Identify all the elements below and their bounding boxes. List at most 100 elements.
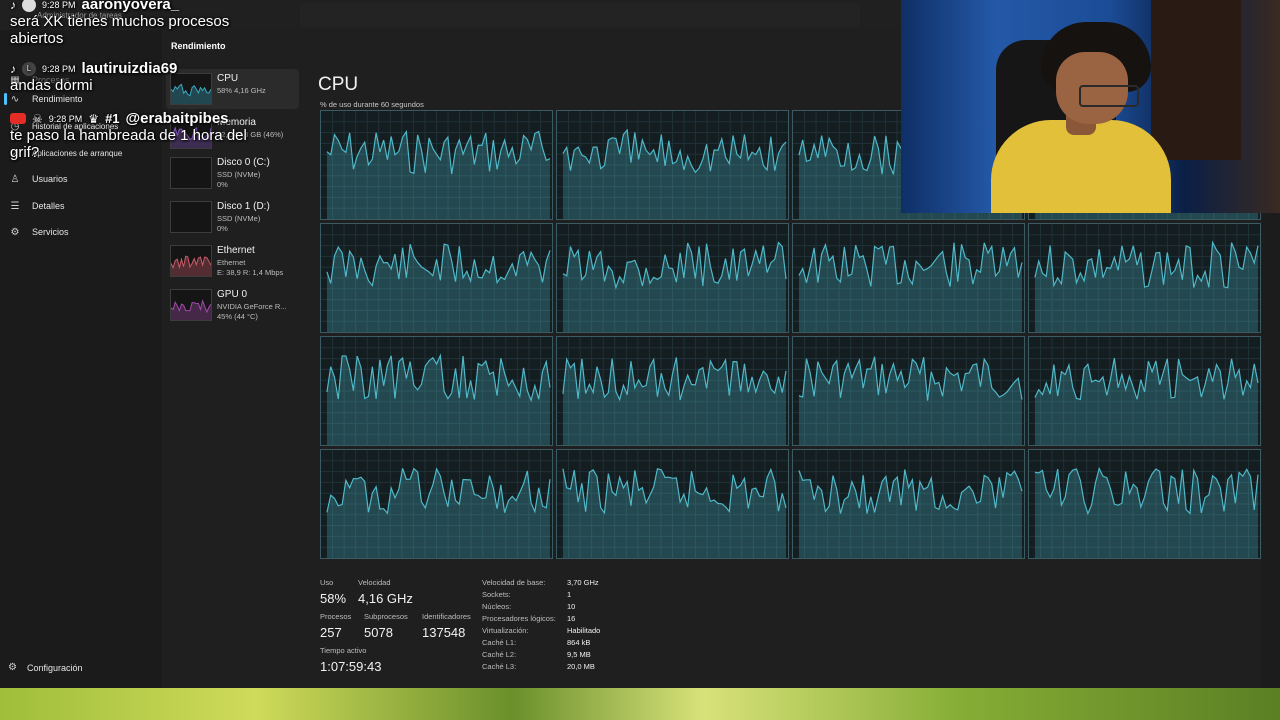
avatar xyxy=(22,0,36,12)
core-graph xyxy=(792,336,1025,446)
info-key: Procesadores lógicos: xyxy=(482,614,556,623)
webcam-furniture xyxy=(1151,0,1241,160)
perf-name: Ethernet xyxy=(217,245,255,256)
perf-item-cpu[interactable]: CPU 58% 4,16 GHz xyxy=(166,69,299,109)
pulse-icon: ∿ xyxy=(10,93,20,105)
info-key: Núcleos: xyxy=(482,602,512,611)
users-icon: ♙ xyxy=(10,173,20,185)
stat-label: Procesos xyxy=(320,612,352,621)
core-graph xyxy=(556,110,789,220)
core-graph xyxy=(1028,223,1261,333)
info-row: Caché L1: 864 kB xyxy=(482,638,600,650)
chat-username: aaronyovera_ xyxy=(81,0,180,13)
info-value: 1 xyxy=(567,590,572,599)
info-value: 20,0 MB xyxy=(567,662,595,671)
webcam-glasses xyxy=(1079,85,1139,107)
core-graph xyxy=(320,110,553,220)
perf-item-disco-d[interactable]: Disco 1 (D:) SSD (NVMe) 0% xyxy=(166,197,299,237)
chat-username: @erabaitpibes xyxy=(125,110,229,127)
info-row: Núcleos: 10 xyxy=(482,602,600,614)
core-graph xyxy=(556,336,789,446)
info-row: Procesadores lógicos: 16 xyxy=(482,614,600,626)
chat-text: te paso la hambreada de 1 hora del grif? xyxy=(10,127,247,161)
info-value: 3,70 GHz xyxy=(567,578,599,587)
avatar: L xyxy=(22,61,36,76)
settings-label: Configuración xyxy=(26,662,83,673)
info-key: Velocidad de base: xyxy=(482,578,546,587)
info-row: Virtualización: Habilitado xyxy=(482,626,600,638)
perf-thumbnail xyxy=(170,245,212,277)
perf-name: CPU xyxy=(217,73,239,84)
stat-value: 257 xyxy=(320,625,342,640)
crown-icon: ♛ xyxy=(88,111,100,126)
info-row: Caché L2: 9,5 MB xyxy=(482,650,600,662)
info-value: Habilitado xyxy=(567,626,601,635)
perf-thumbnail xyxy=(170,201,212,233)
perf-detail: 58% 4,16 GHz xyxy=(217,86,266,95)
core-graph xyxy=(556,223,789,333)
chat-message-2: ♪ L 9:28 PM lautiruizdia69 andas dormi xyxy=(10,60,177,94)
nav-item-detalles[interactable]: ☰ Detalles xyxy=(8,195,158,217)
core-graph xyxy=(320,223,553,333)
info-value: 16 xyxy=(567,614,576,623)
perf-detail: Ethernet xyxy=(217,258,246,267)
info-row: Sockets: 1 xyxy=(482,590,600,602)
webcam-overlay xyxy=(901,0,1280,213)
gear-icon: ⚙ xyxy=(10,226,20,238)
info-key: Virtualización: xyxy=(482,626,529,635)
stat-value: 1:07:59:43 xyxy=(320,659,382,674)
info-key: Caché L3: xyxy=(482,662,517,671)
nav-label: Rendimiento xyxy=(32,94,83,104)
nav-label: Usuarios xyxy=(32,174,68,184)
chat-text: andas dormi xyxy=(10,77,93,94)
stat-value: 5078 xyxy=(364,625,393,640)
stat-label: Tiempo activo xyxy=(320,646,367,655)
info-value: 864 kB xyxy=(567,638,591,647)
perf-detail: 0% xyxy=(217,224,228,233)
nav-item-usuarios[interactable]: ♙ Usuarios xyxy=(8,168,158,190)
stat-value: 137548 xyxy=(422,625,466,640)
info-value: 9,5 MB xyxy=(567,650,591,659)
stat-label: Subprocesos xyxy=(364,612,408,621)
chat-badge: #1 xyxy=(105,111,120,126)
chat-time: 9:28 PM xyxy=(42,0,76,10)
stat-procesos: Procesos 257 xyxy=(320,612,351,640)
stat-subprocesos: Subprocesos 5078 xyxy=(364,612,408,640)
nav-label: Detalles xyxy=(32,201,65,211)
core-graph xyxy=(556,449,789,559)
stat-value: 58% xyxy=(320,591,347,606)
desktop-wallpaper xyxy=(0,688,1280,720)
stat-label: Uso xyxy=(320,578,334,587)
perf-thumbnail xyxy=(170,289,212,321)
cpu-info-table: Velocidad de base: 3,70 GHz Sockets: 1 Núcle… xyxy=(482,578,600,674)
tiktok-icon: ♪ xyxy=(10,0,16,12)
chat-text: será XK tienes muchos procesos abiertos xyxy=(10,13,230,47)
perf-item-gpu[interactable]: GPU 0 NVIDIA GeForce R... 45% (44 °C) xyxy=(166,285,299,325)
nav-item-servicios[interactable]: ⚙ Servicios xyxy=(8,221,158,243)
perf-thumbnail xyxy=(170,157,212,189)
perf-name: Disco 1 (D:) xyxy=(217,201,270,212)
chat-time: 9:28 PM xyxy=(48,113,83,124)
stat-velocidad: Velocidad 4,16 GHz xyxy=(358,578,413,606)
nav-label: Servicios xyxy=(32,227,69,237)
chat-message-1: ♪ 9:28 PM aaronyovera_ será XK tienes mu… xyxy=(10,0,250,47)
info-key: Caché L1: xyxy=(482,638,517,647)
chat-message-3: ☠ 9:28 PM ♛ #1 @erabaitpibes te paso la … xyxy=(10,110,260,161)
stat-label: Velocidad xyxy=(358,578,391,587)
stat-label: Identificadores xyxy=(422,612,471,621)
settings-button[interactable]: ⚙ Configuración xyxy=(8,662,83,673)
core-graph xyxy=(320,336,553,446)
core-graph xyxy=(320,449,553,559)
stat-value: 4,16 GHz xyxy=(358,591,413,606)
stat-tiempo-activo: Tiempo activo 1:07:59:43 xyxy=(320,646,381,674)
list-icon: ☰ xyxy=(10,200,20,212)
cpu-title: CPU xyxy=(318,74,359,95)
search-box[interactable] xyxy=(300,3,860,27)
perf-name: GPU 0 xyxy=(217,289,248,300)
skull-icon: ☠ xyxy=(32,111,43,126)
core-graph xyxy=(1028,336,1261,446)
perf-item-ethernet[interactable]: Ethernet Ethernet E: 38,9 R: 1,4 Mbps xyxy=(166,241,299,281)
info-row: Velocidad de base: 3,70 GHz xyxy=(482,578,600,590)
perf-detail: SSD (NVMe) xyxy=(217,214,261,223)
core-graph xyxy=(792,449,1025,559)
